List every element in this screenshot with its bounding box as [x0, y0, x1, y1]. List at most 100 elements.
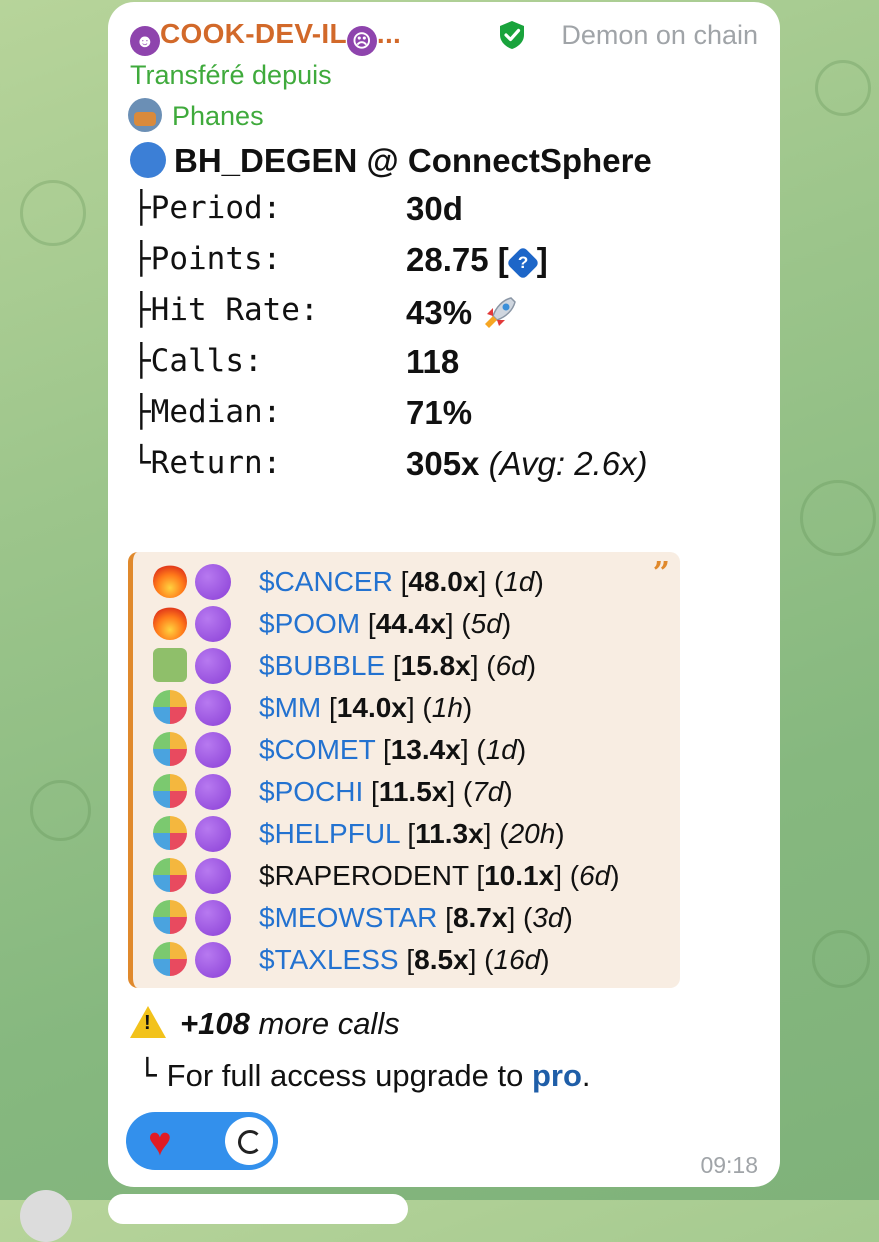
stat-key: └Return:	[132, 445, 282, 481]
call-text: $POCHI [11.5x] (7d)	[259, 776, 513, 807]
call-text: $MEOWSTAR [8.7x] (3d)	[259, 902, 573, 933]
party-emoji-icon	[153, 858, 187, 892]
call-age: 1d	[503, 566, 535, 597]
calls-quote-block: ” $CANCER [48.0x] (1d) $POOM [44.4x] (5d)…	[128, 552, 680, 988]
background-doodle	[815, 60, 871, 116]
purple-circle-icon	[195, 942, 231, 978]
forwarded-avatar	[128, 98, 162, 132]
stat-key: ├Hit Rate:	[132, 292, 319, 328]
call-age: 1d	[485, 734, 517, 765]
devil-emoji-icon: ☻	[130, 26, 160, 56]
party-emoji-icon	[153, 774, 187, 808]
reactor-avatar	[225, 1117, 273, 1165]
rocket-icon	[485, 297, 517, 328]
call-text: $COMET [13.4x] (1d)	[259, 734, 527, 765]
question-mark-icon[interactable]: ?	[505, 246, 540, 280]
background-doodle	[800, 480, 876, 556]
next-message-bubble[interactable]	[108, 1194, 408, 1224]
call-age: 6d	[579, 860, 611, 891]
stat-key: ├Calls:	[132, 343, 263, 379]
party-emoji-icon	[153, 942, 187, 976]
purple-circle-icon	[195, 606, 231, 642]
ticker-link[interactable]: $HELPFUL	[259, 818, 400, 849]
party-emoji-icon	[153, 732, 187, 766]
reaction-button[interactable]: ♥	[126, 1112, 278, 1170]
party-emoji-icon	[153, 816, 187, 850]
call-multiplier: 11.5x	[378, 776, 448, 807]
channel-name: Demon on chain	[561, 20, 758, 50]
stat-value: 71%	[406, 394, 473, 431]
cash-emoji-icon	[153, 648, 187, 682]
call-multiplier: 44.4x	[375, 608, 446, 639]
ticker-link[interactable]: $MM	[259, 692, 321, 723]
fire-emoji-icon	[153, 564, 187, 598]
ticker-link[interactable]: $CANCER	[259, 566, 393, 597]
call-age: 20h	[508, 818, 556, 849]
ticker-link[interactable]: $POCHI	[259, 776, 363, 807]
genie-emoji-icon	[130, 142, 166, 178]
stat-value: 30d	[406, 190, 463, 227]
call-text: $HELPFUL [11.3x] (20h)	[259, 818, 565, 849]
call-text: $TAXLESS [8.5x] (16d)	[259, 944, 550, 975]
ticker-link[interactable]: $MEOWSTAR	[259, 902, 437, 933]
call-age: 1h	[431, 692, 463, 723]
call-multiplier: 15.8x	[400, 650, 471, 681]
call-multiplier: 48.0x	[408, 566, 479, 597]
ticker-link[interactable]: $COMET	[259, 734, 375, 765]
warning-icon: !	[130, 1006, 166, 1038]
call-multiplier: 8.5x	[414, 944, 469, 975]
quote-icon: ”	[652, 556, 670, 591]
call-multiplier: 8.7x	[452, 902, 508, 933]
ticker-link[interactable]: $TAXLESS	[259, 944, 399, 975]
call-age: 7d	[472, 776, 504, 807]
purple-circle-icon	[195, 900, 231, 936]
call-multiplier: 14.0x	[336, 692, 407, 723]
call-multiplier: 11.3x	[415, 818, 484, 849]
purple-circle-icon	[195, 732, 231, 768]
angry-devil-emoji-icon: ☹	[346, 26, 377, 56]
background-doodle	[812, 930, 870, 988]
background-doodle	[20, 180, 86, 246]
stat-key: ├Median:	[132, 394, 282, 430]
call-multiplier: 13.4x	[390, 734, 461, 765]
message-bubble[interactable]: ☻ COOK-DEV-IL ☹... Demon on chain Transfér…	[108, 2, 780, 1187]
party-emoji-icon	[153, 900, 187, 934]
forwarded-label: Transféré depuis	[130, 60, 332, 90]
purple-circle-icon	[195, 858, 231, 894]
stat-value: 43%	[406, 292, 521, 332]
next-message-avatar[interactable]	[20, 1190, 72, 1242]
background-doodle	[30, 780, 91, 841]
call-text: $BUBBLE [15.8x] (6d)	[259, 650, 537, 681]
purple-circle-icon	[195, 816, 231, 852]
purple-circle-icon	[195, 774, 231, 810]
forwarded-source-name: Phanes	[172, 101, 264, 131]
heart-icon: ♥	[148, 1120, 172, 1164]
ticker-link[interactable]: $BUBBLE	[259, 650, 385, 681]
forwarded-source[interactable]: Phanes	[128, 98, 264, 132]
call-text: $MM [14.0x] (1h)	[259, 692, 473, 723]
fire-emoji-icon	[153, 606, 187, 640]
stats-title: BH_DEGEN @ ConnectSphere	[130, 142, 652, 180]
message-time: 09:18	[700, 1152, 758, 1178]
call-age: 16d	[493, 944, 541, 975]
message-header: ☻ COOK-DEV-IL ☹... Demon on chain	[130, 18, 758, 58]
sender-name[interactable]: ☻ COOK-DEV-IL ☹...	[130, 18, 401, 56]
purple-circle-icon	[195, 648, 231, 684]
stat-value: 28.75 [?]	[406, 241, 548, 280]
stat-value: 118	[406, 343, 460, 380]
call-multiplier: 10.1x	[484, 860, 555, 891]
stat-key: ├Points:	[132, 241, 282, 277]
verified-shield-icon	[500, 21, 524, 49]
call-text: $POOM [44.4x] (5d)	[259, 608, 512, 639]
purple-circle-icon	[195, 690, 231, 726]
more-calls-line: ! +108 more calls	[130, 1006, 400, 1042]
call-age: 3d	[532, 902, 564, 933]
stat-value: 305x (Avg: 2.6x)	[406, 445, 648, 482]
party-emoji-icon	[153, 690, 187, 724]
call-age: 6d	[495, 650, 527, 681]
stat-key: ├Period:	[132, 190, 282, 226]
call-text: $CANCER [48.0x] (1d)	[259, 566, 544, 597]
ticker-link[interactable]: $POOM	[259, 608, 360, 639]
purple-circle-icon	[195, 564, 231, 600]
pro-link[interactable]: pro	[532, 1058, 582, 1093]
